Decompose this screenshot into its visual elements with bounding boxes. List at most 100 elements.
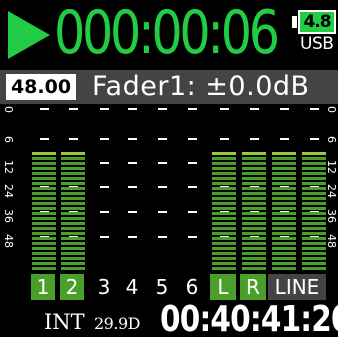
meter-segment <box>272 222 296 225</box>
meter-bar-R <box>242 104 266 272</box>
meter-segment <box>302 207 326 210</box>
play-icon <box>8 11 50 59</box>
battery-icon: 4.8 <box>292 10 336 34</box>
meter-scale-right-label: 24 <box>325 184 338 198</box>
meter-segment <box>272 232 296 235</box>
meter-tick <box>128 138 137 140</box>
meter-segment <box>61 247 85 250</box>
meter-tick <box>100 211 109 213</box>
meter-tick <box>158 211 167 213</box>
meter-bar-LINE_A <box>272 104 296 272</box>
meter-segment <box>242 187 266 190</box>
meter-bar-2 <box>61 104 85 272</box>
meter-segment <box>32 262 56 265</box>
meter-segment <box>302 232 326 235</box>
meter-segment <box>302 237 326 240</box>
meter-segment <box>61 197 85 200</box>
meter-segment <box>32 237 56 240</box>
meter-segment <box>272 157 296 160</box>
meter-segment <box>32 222 56 225</box>
meter-tick <box>100 138 109 140</box>
meter-segment <box>212 152 236 155</box>
channel-label-6: 6 <box>185 275 199 299</box>
meter-segment <box>61 267 85 270</box>
meter-segment <box>272 257 296 260</box>
meter-segment <box>212 247 236 250</box>
meter-segment <box>61 217 85 220</box>
meter-tick <box>158 186 167 188</box>
meter-segment <box>32 247 56 250</box>
meter-scale-left-label: 24 <box>2 184 15 198</box>
meter-tick <box>188 211 197 213</box>
meter-segment <box>242 242 266 245</box>
meter-segment <box>32 217 56 220</box>
meter-scale-left-label: 48 <box>2 234 15 248</box>
meter-segment <box>302 192 326 195</box>
meter-scale-right-label: 0 <box>325 106 338 113</box>
meter-tick <box>188 108 197 110</box>
meter-segment <box>272 162 296 165</box>
meter-segment <box>302 222 326 225</box>
meter-segment <box>212 217 236 220</box>
meter-segment <box>242 177 266 180</box>
meter-segment <box>61 202 85 205</box>
frame-rate: 29.9D <box>94 314 140 333</box>
power-source-label: USB <box>300 34 334 54</box>
meter-segment <box>272 242 296 245</box>
meter-bar-L <box>212 104 236 272</box>
meter-segment <box>32 207 56 210</box>
meter-tick <box>128 236 137 238</box>
meter-segment <box>212 192 236 195</box>
meter-segment <box>272 227 296 230</box>
meter-tick <box>188 138 197 140</box>
meter-segment <box>242 252 266 255</box>
meter-segment <box>242 247 266 250</box>
meter-segment <box>32 227 56 230</box>
meter-segment <box>61 167 85 170</box>
meter-segment <box>32 252 56 255</box>
channel-label-3: 3 <box>97 275 111 299</box>
meter-segment <box>302 162 326 165</box>
meter-segment <box>32 162 56 165</box>
meter-tick <box>128 186 137 188</box>
meter-segment <box>272 192 296 195</box>
meter-segment <box>302 242 326 245</box>
meter-segment <box>242 262 266 265</box>
channel-label-5: 5 <box>155 275 169 299</box>
meter-segment <box>212 202 236 205</box>
meter-segment <box>212 157 236 160</box>
meter-segment <box>61 237 85 240</box>
meter-segment <box>61 227 85 230</box>
meter-segment <box>212 222 236 225</box>
meter-segment <box>272 237 296 240</box>
meter-segment <box>61 152 85 155</box>
recorder-screen: 000:00:06 4.8 USB 48.00 Fader1: ±0.0dB 0… <box>0 0 338 337</box>
meter-tick <box>128 162 137 164</box>
meter-segment <box>212 177 236 180</box>
meter-segment <box>242 197 266 200</box>
meter-segment <box>242 217 266 220</box>
meter-scale-left-label: 6 <box>2 136 15 143</box>
meter-segment <box>302 197 326 200</box>
meter-tick <box>100 186 109 188</box>
meter-segment <box>272 197 296 200</box>
meter-segment <box>302 257 326 260</box>
meter-segment <box>242 232 266 235</box>
meter-segment <box>212 182 236 185</box>
meter-segment <box>272 182 296 185</box>
meter-segment <box>242 227 266 230</box>
meter-segment <box>302 202 326 205</box>
meter-segment <box>32 177 56 180</box>
meter-tick <box>188 236 197 238</box>
meter-segment <box>302 262 326 265</box>
meter-segment <box>212 172 236 175</box>
timecode-source: INT <box>44 310 85 334</box>
meter-segment <box>242 162 266 165</box>
meter-segment <box>242 152 266 155</box>
meter-scale-right-label: 36 <box>325 209 338 223</box>
meter-segment <box>242 172 266 175</box>
meter-segment <box>32 187 56 190</box>
meter-segment <box>32 212 56 215</box>
meter-segment <box>302 177 326 180</box>
channel-label-line: LINE <box>268 274 326 300</box>
